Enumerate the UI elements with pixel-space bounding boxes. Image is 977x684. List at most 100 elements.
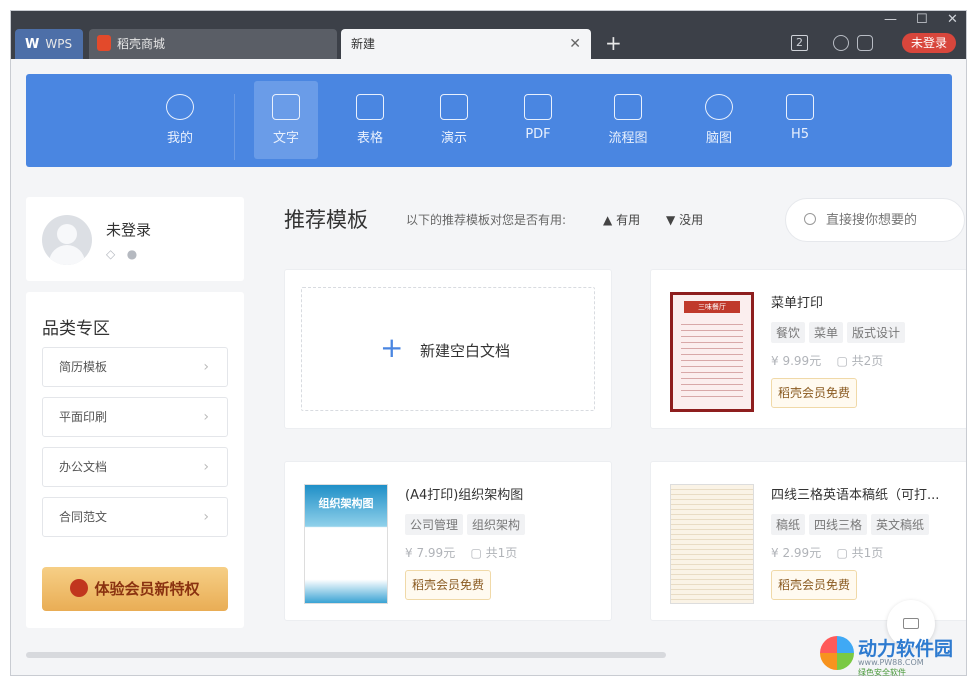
- tab-label: 稻壳商城: [117, 37, 166, 51]
- tag-icon: ◇: [106, 247, 116, 261]
- login-button[interactable]: 未登录: [902, 33, 956, 53]
- chevron-right-icon: ›: [203, 409, 209, 425]
- template-meta: ¥ 2.99元 ▢ 共1页: [771, 544, 883, 561]
- nav-item-spreadsheet[interactable]: 表格: [338, 81, 402, 159]
- add-tab-button[interactable]: +: [605, 31, 622, 55]
- member-free-button[interactable]: 稻壳会员免费: [771, 378, 858, 408]
- chevron-right-icon: ›: [203, 459, 209, 475]
- chevron-right-icon: ›: [203, 509, 209, 525]
- template-tag[interactable]: 餐饮: [771, 322, 806, 343]
- nav-item-presentation[interactable]: 演示: [422, 81, 486, 159]
- template-thumbnail[interactable]: [670, 484, 754, 604]
- new-blank-label: 新建空白文档: [420, 342, 511, 360]
- document-icon: [272, 94, 300, 120]
- nav-item-writer[interactable]: 文字: [254, 81, 318, 159]
- watermark: 动力软件园 www.PW88.COM 绿色安全软件: [818, 632, 968, 678]
- nav-item-h5[interactable]: H5: [768, 81, 832, 159]
- nav-label: 文字: [272, 131, 299, 146]
- recommend-title: 推荐模板: [284, 208, 368, 232]
- template-tag[interactable]: 菜单: [809, 322, 844, 343]
- template-thumbnail[interactable]: 三味餐厅: [670, 292, 754, 412]
- thumbnail-title: 组织架构图: [318, 497, 374, 510]
- search-input[interactable]: [826, 211, 956, 229]
- template-name[interactable]: 菜单打印: [771, 292, 823, 311]
- user-name[interactable]: 未登录: [106, 219, 151, 240]
- category-item-contract[interactable]: 合同范文 ›: [42, 497, 228, 537]
- nav-label: 脑图: [705, 131, 732, 146]
- template-tag[interactable]: 四线三格: [809, 514, 868, 535]
- yen-icon: ¥: [771, 546, 779, 560]
- thumbs-up-icon: ▲: [603, 213, 613, 227]
- wps-window: — ☐ ✕ W WPS 稻壳商城 新建 ✕ + 2 未登录 我的 文字 表格 演…: [10, 10, 967, 676]
- tab-close-icon[interactable]: ✕: [569, 29, 581, 59]
- member-free-button[interactable]: 稻壳会员免费: [405, 570, 492, 600]
- vip-trial-button[interactable]: 体验会员新特权: [42, 567, 228, 611]
- watermark-text: 动力软件园: [858, 638, 954, 660]
- tab-wps[interactable]: W WPS: [15, 29, 83, 59]
- maximize-button[interactable]: ☐: [916, 12, 928, 27]
- nav-divider: [234, 94, 235, 160]
- new-blank-document-button[interactable]: + 新建空白文档: [301, 287, 595, 411]
- template-tags: 稿纸 四线三格 英文稿纸: [771, 514, 933, 535]
- tab-docer-store[interactable]: 稻壳商城: [89, 29, 337, 59]
- pages-icon: ▢: [836, 354, 848, 368]
- horizontal-scrollbar[interactable]: [26, 652, 666, 658]
- template-tag[interactable]: 公司管理: [405, 514, 464, 535]
- skin-icon[interactable]: [833, 35, 849, 51]
- template-card[interactable]: 三味餐厅 菜单打印 餐饮 菜单 版式设计 ¥ 9.99元 ▢ 共2页 稻壳会员免费: [650, 269, 966, 429]
- mindmap-icon: [705, 94, 733, 120]
- shirt-icon[interactable]: [857, 35, 873, 51]
- template-tag[interactable]: 稿纸: [771, 514, 806, 535]
- template-name[interactable]: (A4打印)组织架构图: [405, 484, 523, 503]
- useless-label: 没用: [679, 213, 704, 227]
- tab-new[interactable]: 新建 ✕: [341, 29, 591, 59]
- docer-logo-icon: [97, 35, 111, 51]
- category-item-label: 平面印刷: [59, 410, 108, 424]
- category-card: 品类专区 简历模板 › 平面印刷 › 办公文档 › 合同范文 › 体验会员新特权: [26, 292, 244, 628]
- avatar[interactable]: [42, 215, 92, 265]
- category-item-office[interactable]: 办公文档 ›: [42, 447, 228, 487]
- template-tag[interactable]: 英文稿纸: [871, 514, 930, 535]
- flowchart-icon: [614, 94, 642, 120]
- pages-icon: ▢: [470, 546, 482, 560]
- template-tag[interactable]: 版式设计: [847, 322, 906, 343]
- nav-item-flowchart[interactable]: 流程图: [596, 81, 660, 159]
- template-thumbnail[interactable]: 组织架构图: [304, 484, 388, 604]
- search-box: [785, 198, 965, 242]
- nav-item-mine[interactable]: 我的: [148, 81, 212, 159]
- thumbnail-lines: [681, 319, 743, 399]
- watermark-sub: 绿色安全软件: [858, 668, 906, 677]
- category-item-label: 简历模板: [59, 360, 108, 374]
- nav-label: 流程图: [608, 131, 648, 146]
- nav-item-pdf[interactable]: PDF: [506, 81, 570, 159]
- thumbs-down-icon: ▼: [666, 213, 676, 227]
- nav-label: PDF: [525, 127, 551, 142]
- chat-bubble-icon: [903, 618, 919, 629]
- template-card[interactable]: 四线三格英语本稿纸（可打... 稿纸 四线三格 英文稿纸 ¥ 2.99元 ▢ 共1页…: [650, 461, 966, 621]
- member-free-button[interactable]: 稻壳会员免费: [771, 570, 858, 600]
- nav-item-mindmap[interactable]: 脑图: [687, 81, 751, 159]
- nav-label: H5: [790, 127, 810, 142]
- avatar-head: [57, 224, 77, 244]
- template-tags: 餐饮 菜单 版式设计: [771, 322, 909, 343]
- window-count-badge[interactable]: 2: [791, 35, 808, 51]
- presentation-icon: [440, 94, 468, 120]
- tab-label: WPS: [45, 37, 73, 51]
- useful-button[interactable]: ▲ 有用: [603, 211, 640, 228]
- template-name[interactable]: 四线三格英语本稿纸（可打...: [771, 484, 939, 503]
- category-item-resume[interactable]: 简历模板 ›: [42, 347, 228, 387]
- close-window-button[interactable]: ✕: [947, 12, 958, 27]
- star-icon: [166, 94, 194, 120]
- useful-label: 有用: [616, 213, 641, 227]
- useless-button[interactable]: ▼ 没用: [666, 211, 703, 228]
- template-pages: 共1页: [485, 546, 518, 560]
- h5-icon: [786, 94, 814, 120]
- minimize-button[interactable]: —: [884, 12, 897, 27]
- template-tag[interactable]: 组织架构: [467, 514, 526, 535]
- nav-label: 演示: [440, 131, 467, 146]
- template-pages: 共2页: [851, 354, 884, 368]
- template-tags: 公司管理 组织架构: [405, 514, 529, 535]
- template-card[interactable]: 组织架构图 (A4打印)组织架构图 公司管理 组织架构 ¥ 7.99元 ▢ 共1页…: [284, 461, 612, 621]
- category-item-print[interactable]: 平面印刷 ›: [42, 397, 228, 437]
- search-icon: [804, 213, 816, 225]
